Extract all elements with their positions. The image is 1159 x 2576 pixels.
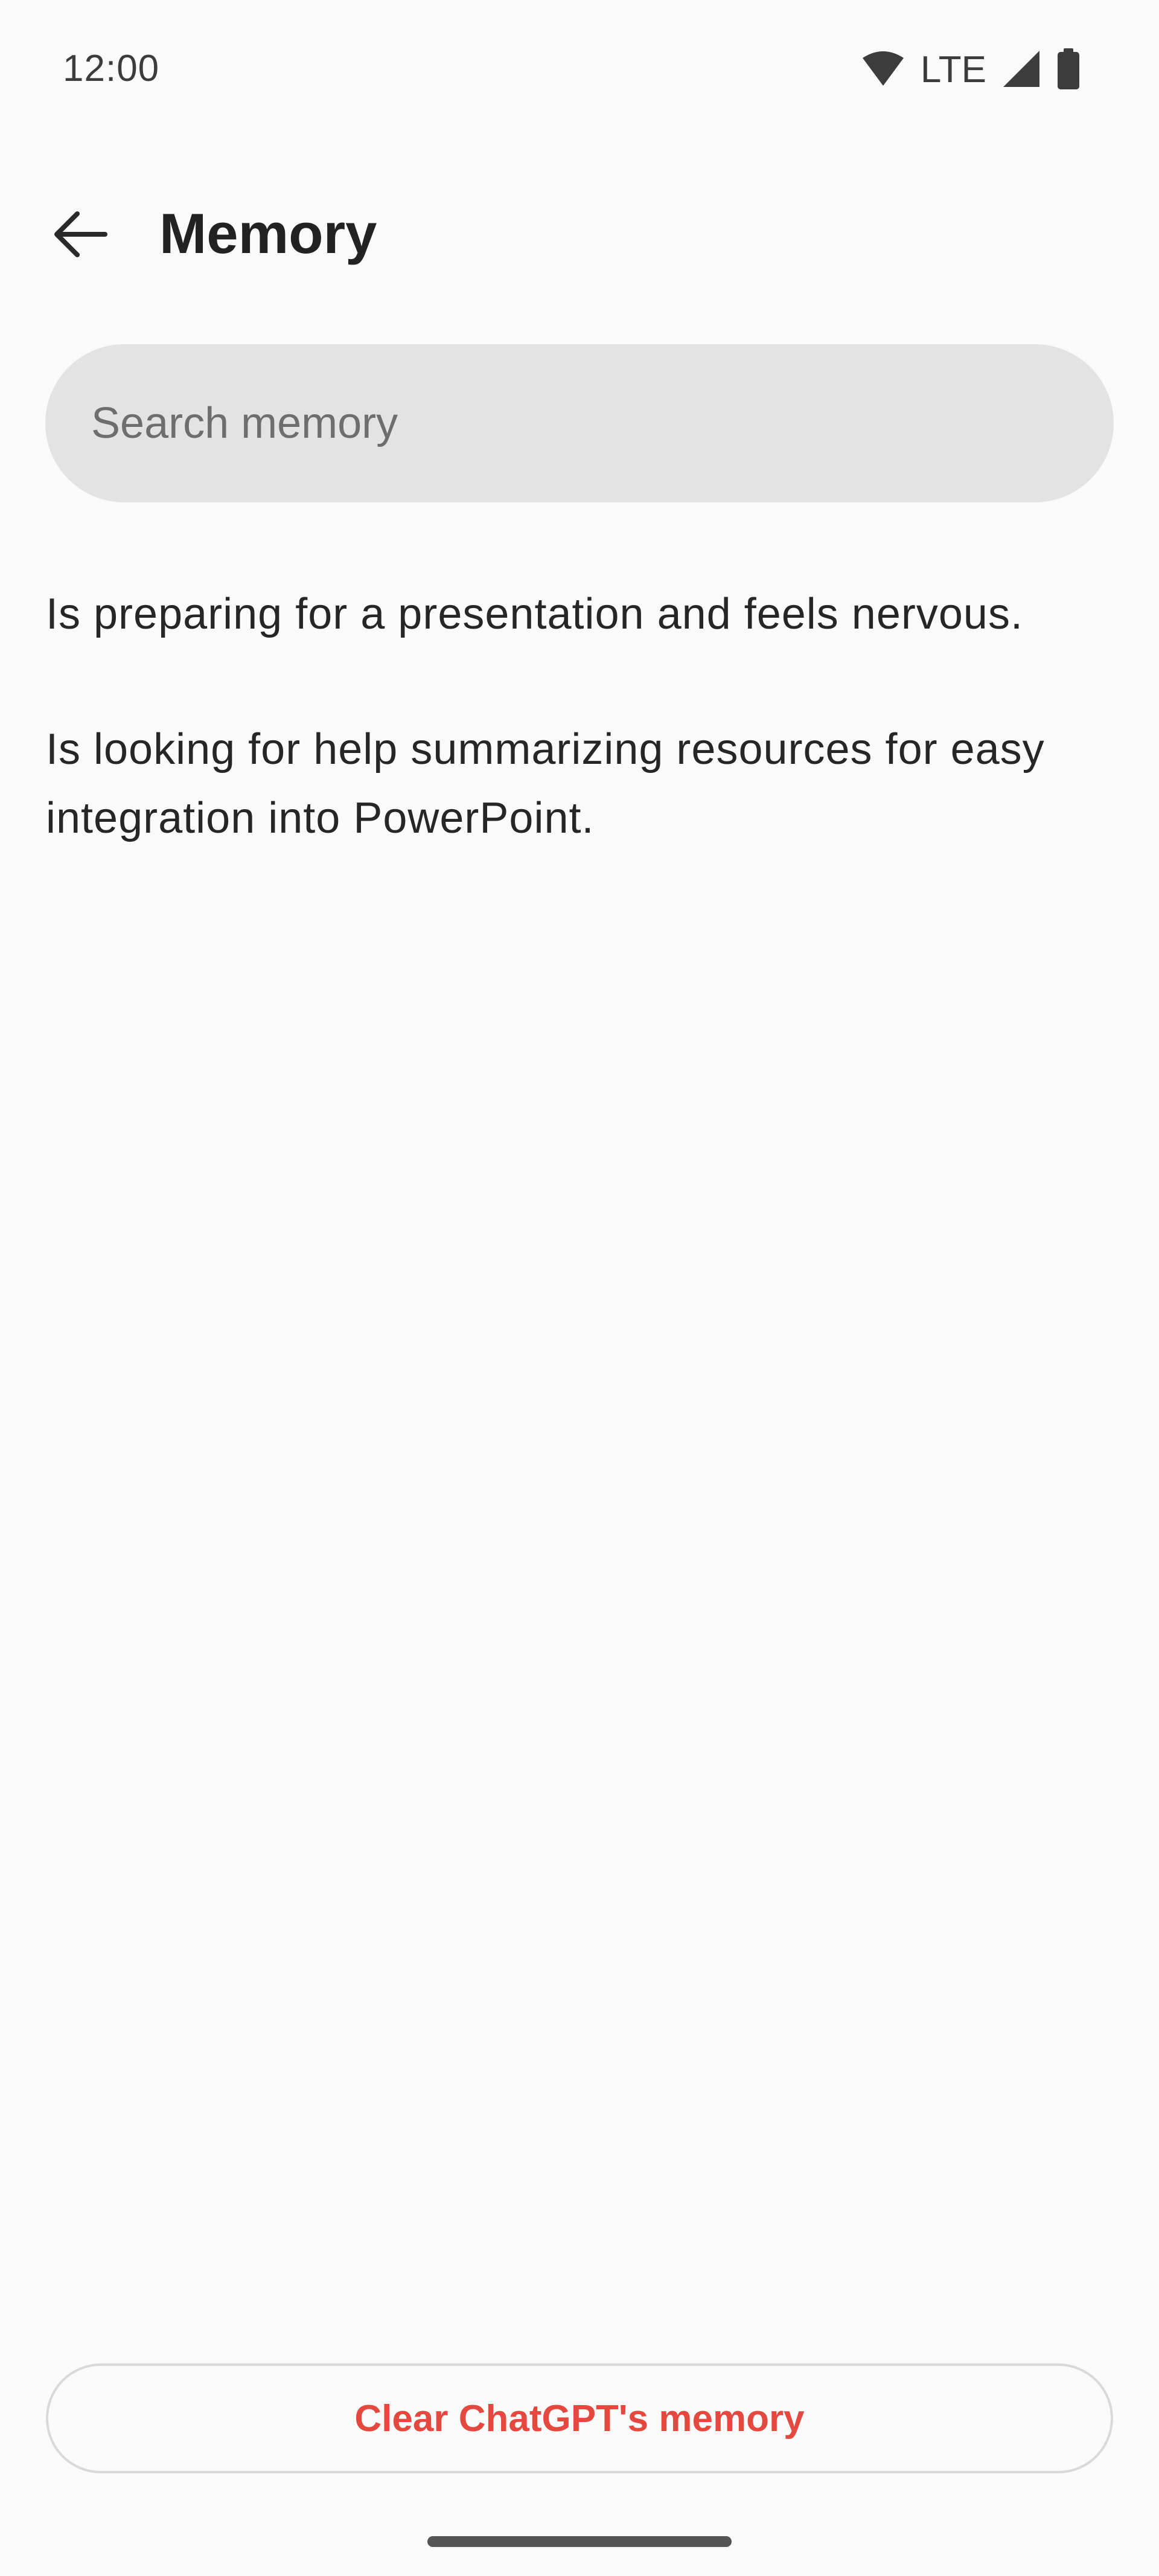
memory-screen: 12:00 LTE Memory Search memory Is prepar…: [0, 0, 1159, 2576]
page-title: Memory: [159, 202, 377, 265]
cell-signal-icon: [1002, 50, 1041, 91]
memory-item[interactable]: Is looking for help summarizing resource…: [46, 715, 1120, 853]
home-indicator[interactable]: [427, 2536, 732, 2547]
search-input[interactable]: [91, 344, 1057, 502]
battery-icon: [1056, 48, 1081, 92]
memory-item[interactable]: Is preparing for a presentation and feel…: [46, 580, 1120, 649]
status-icons: LTE: [861, 48, 1081, 92]
wifi-icon: [861, 51, 905, 90]
arrow-left-icon: [51, 210, 109, 261]
back-button[interactable]: [43, 199, 116, 272]
status-time: 12:00: [63, 48, 160, 89]
network-type: LTE: [920, 49, 986, 91]
status-bar: 12:00 LTE: [0, 0, 1159, 139]
clear-memory-button[interactable]: Clear ChatGPT's memory: [46, 2363, 1113, 2473]
search-box[interactable]: [45, 344, 1114, 502]
memory-list: Is preparing for a presentation and feel…: [46, 580, 1120, 919]
